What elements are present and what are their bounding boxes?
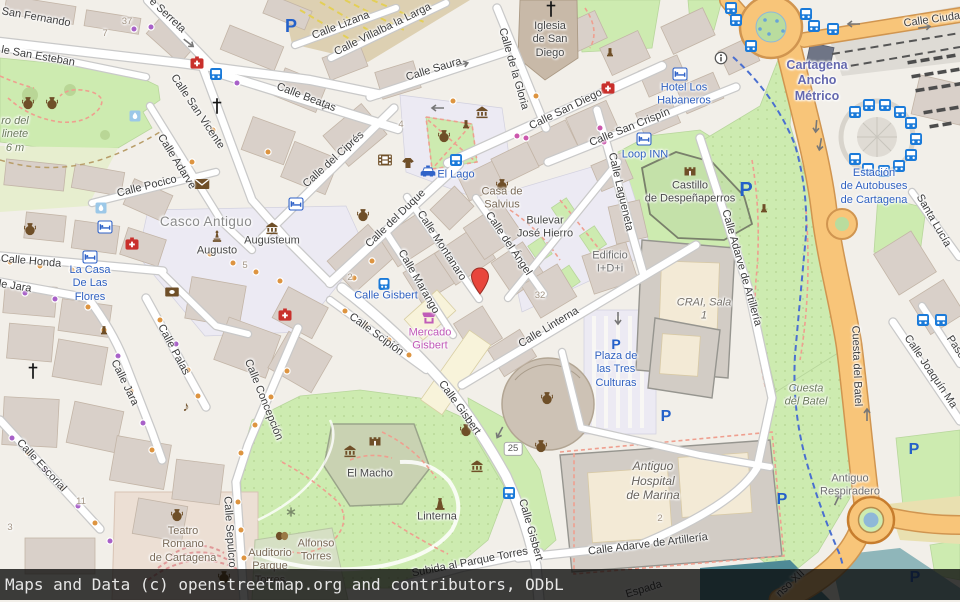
poi-dot [231,261,236,266]
poi-dot [86,305,91,310]
poi-dot [407,353,412,358]
poi-dot [150,448,155,453]
poi-dot [208,252,213,257]
poi-dot [278,279,283,284]
poi-dot [174,342,179,347]
poi-dot [158,318,163,323]
poi-dot [76,504,81,509]
poi-dot [534,94,539,99]
poi-dot [38,264,43,269]
attribution-text: Maps and Data (c) openstreetmap.org and … [5,575,564,594]
poi-dot [602,140,607,145]
poi-dot [186,368,191,373]
poi-dot [253,423,258,428]
poi-dot [239,528,244,533]
poi-dot [108,539,113,544]
poi-dot [451,99,456,104]
map-marker[interactable] [470,267,490,300]
poi-dot [598,126,603,131]
poi-dot [190,160,195,165]
poi-dot [10,436,15,441]
poi-dot [102,328,107,333]
poi-dot [254,270,259,275]
poi-dot [8,260,13,265]
poi-dot [132,27,137,32]
poi-dot [93,521,98,526]
poi-dot [236,500,241,505]
poi-dot [266,150,271,155]
poi-dot [269,395,274,400]
poi-dot [60,486,65,491]
poi-dot [141,421,146,426]
poi-dot [43,468,48,473]
poi-dot [129,389,134,394]
map-tiles [0,0,960,600]
poi-dot [387,338,392,343]
poi-dot [23,291,28,296]
poi-dot [515,134,520,139]
map-canvas[interactable]: Maps and Data (c) openstreetmap.org and … [0,0,960,600]
poi-dot [26,451,31,456]
poi-dot [149,25,154,30]
poi-dot [70,268,75,273]
poi-dot [524,136,529,141]
poi-dot [116,354,121,359]
attribution-bar: Maps and Data (c) openstreetmap.org and … [0,569,960,600]
poi-dot [53,297,58,302]
poi-dot [343,309,348,314]
poi-dot [196,394,201,399]
poi-dot [364,323,369,328]
poi-dot [239,451,244,456]
poi-dot [211,128,216,133]
poi-dot [242,556,247,561]
poi-dot [352,276,357,281]
poi-dot [370,259,375,264]
poi-dot [235,81,240,86]
poi-dot [285,369,290,374]
